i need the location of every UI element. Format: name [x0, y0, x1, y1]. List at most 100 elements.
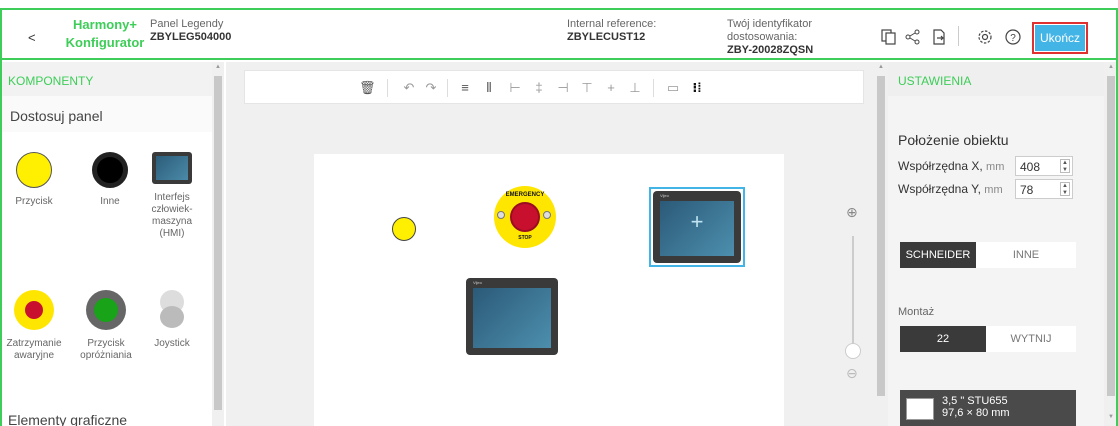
gear-icon[interactable]: [976, 28, 994, 46]
internal-ref-value: ZBYLECUST12: [567, 31, 646, 43]
hmi-brand: Vijeo: [660, 193, 669, 198]
graphic-elements-heading[interactable]: Elementy graficzne: [8, 412, 127, 426]
app-title-line1: Harmony+: [73, 17, 137, 32]
joystick-icon: [155, 290, 189, 330]
green-button-icon: [86, 290, 126, 330]
estop-bottom-text: STOP: [518, 235, 532, 241]
export-icon[interactable]: [930, 28, 948, 46]
redo-icon[interactable]: ↷: [423, 80, 439, 96]
black-button-icon: [92, 152, 128, 188]
canvas-yellow-button[interactable]: [392, 217, 416, 241]
x-coordinate-input[interactable]: 408 ▲ ▼: [1015, 156, 1073, 176]
product-size: 3,5 " STU655: [942, 395, 1008, 407]
toolbar-separator: [447, 79, 448, 97]
distribute-vertical-icon[interactable]: ≡: [457, 80, 473, 95]
copy-icon[interactable]: [880, 28, 898, 46]
x-stepper[interactable]: ▲ ▼: [1060, 159, 1070, 173]
customize-panel-heading[interactable]: Dostosuj panel: [2, 96, 212, 132]
legend-info: Panel Legendy ZBYLEG504000: [150, 18, 231, 44]
tab-other[interactable]: INNE: [976, 242, 1076, 268]
settings-scrollbar[interactable]: ▲ ▼: [1104, 62, 1118, 426]
identifier-value: ZBY-20028ZQSN: [727, 44, 814, 56]
align-top-icon[interactable]: ⊤: [579, 80, 595, 96]
share-icon[interactable]: [904, 28, 922, 46]
legend-label: Panel Legendy: [150, 18, 224, 30]
svg-text:?: ?: [1010, 33, 1016, 44]
mount-22[interactable]: 22: [900, 326, 986, 352]
mount-label: Montaż: [898, 306, 935, 318]
product-thumbnail: [906, 398, 934, 420]
zoom-in-icon[interactable]: ⊕: [846, 204, 858, 221]
internal-reference: Internal reference: ZBYLECUST12: [567, 18, 656, 44]
tab-schneider[interactable]: SCHNEIDER: [900, 242, 976, 268]
yellow-button-icon: [16, 152, 52, 188]
component-other[interactable]: Inne: [80, 152, 140, 208]
app-title[interactable]: Harmony+ Konfigurator: [50, 16, 160, 52]
component-label: Interfejs człowiek-maszyna (HMI): [151, 192, 193, 239]
canvas-toolbar: 🗑 ↶ ↷ ≡ ⦀ ⊢ ‡ ⊣ ⊤ + ⊥ ▭ ⁝⁞: [244, 70, 864, 104]
align-bottom-icon[interactable]: ⊥: [627, 80, 643, 96]
component-emergency-stop[interactable]: Zatrzymanie awaryjne: [4, 290, 64, 362]
qr-code-icon[interactable]: ⁝⁞: [689, 80, 705, 96]
align-middle-icon[interactable]: +: [603, 80, 619, 95]
align-left-icon[interactable]: ⊢: [507, 80, 523, 96]
distribute-horizontal-icon[interactable]: ⦀: [481, 80, 497, 96]
components-panel: KOMPONENTY Dostosuj panel Przycisk Inne …: [2, 62, 212, 426]
canvas-emergency-stop[interactable]: EMERGENCY STOP: [494, 186, 556, 248]
scroll-down-arrow[interactable]: ▼: [1108, 414, 1114, 420]
x-value: 408: [1020, 160, 1041, 174]
y-unit: mm: [984, 184, 1003, 196]
identifier-label-1: Twój identyfikator: [727, 18, 812, 30]
canvas-hmi-selected[interactable]: Vijeo +: [649, 187, 745, 267]
zoom-slider-handle[interactable]: [845, 343, 861, 359]
align-right-icon[interactable]: ⊣: [555, 80, 571, 96]
scroll-up-arrow[interactable]: ▲: [1108, 64, 1114, 70]
component-flush-button[interactable]: Przycisk opróżniania: [76, 290, 136, 362]
zoom-slider-track[interactable]: [852, 236, 854, 356]
component-hmi[interactable]: Interfejs człowiek-maszyna (HMI): [142, 152, 202, 240]
zoom-out-icon[interactable]: ⊖: [846, 365, 858, 382]
component-label: Joystick: [154, 338, 190, 349]
layer-icon[interactable]: ▭: [665, 80, 681, 96]
component-label: Inne: [100, 196, 120, 207]
estop-top-text: EMERGENCY: [505, 192, 545, 198]
toolbar-separator: [653, 79, 654, 97]
settings-panel: USTAWIENIA Położenie obiektu Współrzędna…: [888, 62, 1104, 426]
app-header: < Harmony+ Konfigurator Panel Legendy ZB…: [0, 8, 1118, 60]
y-coordinate-label: Współrzędna Y, mm: [898, 182, 1003, 196]
x-coordinate-label: Współrzędna X, mm: [898, 159, 1004, 173]
canvas-scrollbar[interactable]: ▲: [874, 62, 888, 426]
component-button[interactable]: Przycisk: [4, 152, 64, 208]
scrollbar-thumb[interactable]: [1107, 76, 1115, 396]
x-label-text: Współrzędna X,: [898, 159, 983, 173]
help-icon[interactable]: ?: [1004, 28, 1022, 46]
move-plus-icon: +: [690, 209, 704, 234]
component-label: Zatrzymanie awaryjne: [6, 338, 62, 361]
emergency-stop-icon: [14, 290, 54, 330]
align-center-icon[interactable]: ‡: [531, 80, 547, 95]
back-button[interactable]: <: [28, 30, 36, 45]
component-joystick[interactable]: Joystick: [142, 290, 202, 350]
hmi-screen: [473, 288, 551, 348]
scroll-up-arrow[interactable]: ▲: [878, 64, 884, 70]
left-scrollbar[interactable]: ▲: [212, 62, 224, 426]
component-label: Przycisk opróżniania: [80, 338, 132, 361]
app-title-line2: Konfigurator: [65, 35, 145, 50]
object-position-title: Położenie obiektu: [898, 132, 1009, 148]
undo-icon[interactable]: ↶: [401, 80, 417, 96]
product-dimensions: 97,6 × 80 mm: [942, 407, 1010, 419]
mount-cut[interactable]: WYTNIJ: [986, 326, 1076, 352]
panel-canvas[interactable]: EMERGENCY STOP Vijeo + Vijeo: [314, 154, 784, 426]
y-stepper[interactable]: ▲ ▼: [1060, 182, 1070, 196]
scrollbar-thumb[interactable]: [214, 76, 222, 410]
delete-icon[interactable]: 🗑: [359, 80, 376, 96]
finish-button[interactable]: Ukończ: [1035, 25, 1085, 51]
hmi-icon: [152, 152, 192, 184]
y-coordinate-input[interactable]: 78 ▲ ▼: [1015, 179, 1073, 199]
canvas-hmi-2[interactable]: Vijeo: [466, 278, 558, 355]
scrollbar-thumb[interactable]: [877, 76, 885, 396]
hmi-brand: Vijeo: [473, 280, 482, 285]
scroll-up-arrow[interactable]: ▲: [215, 64, 221, 70]
x-unit: mm: [986, 161, 1005, 173]
product-card[interactable]: 3,5 " STU655 97,6 × 80 mm: [900, 390, 1076, 426]
